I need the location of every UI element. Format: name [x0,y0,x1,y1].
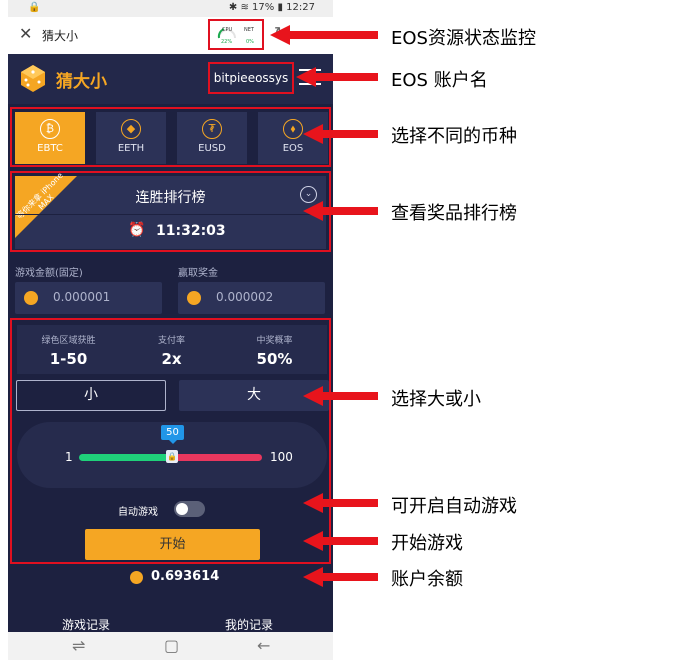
annotation-account: EOS 账户名 [391,70,488,91]
annotation-monitor: EOS资源状态监控 [391,28,536,49]
annotation-arrows [270,25,378,587]
arrow-left-icon [296,67,378,87]
arrow-left-icon [270,25,378,45]
annotation-ranking: 查看奖品排行榜 [391,203,517,224]
arrow-left-icon [303,531,378,551]
arrow-left-icon [303,124,378,144]
annotation-auto: 可开启自动游戏 [391,496,517,517]
annotation-coins: 选择不同的币种 [391,126,517,147]
annotation-start: 开始游戏 [391,533,463,554]
annotation-bigsmall: 选择大或小 [391,389,481,410]
arrow-left-icon [303,201,378,221]
annotation-balance: 账户余额 [391,569,463,590]
arrow-left-icon [303,493,378,513]
arrow-left-icon [303,567,378,587]
arrow-left-icon [303,386,378,406]
